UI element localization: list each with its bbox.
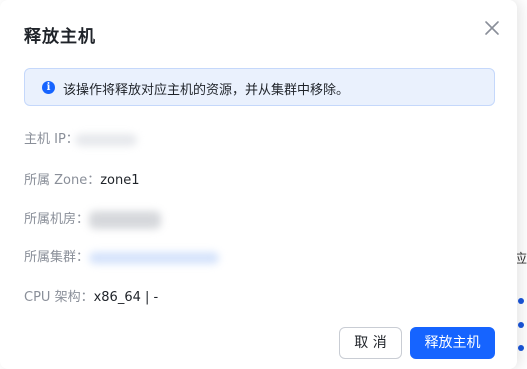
alert-message: 该操作将释放对应主机的资源，并从集群中移除。 — [63, 83, 350, 98]
field-label: 所属集群： — [24, 250, 90, 265]
redacted-value — [89, 210, 162, 229]
cancel-button[interactable]: 取 消 — [339, 327, 402, 359]
release-host-button[interactable]: 释放主机 — [410, 327, 495, 359]
close-button[interactable] — [482, 18, 502, 38]
background-bullet — [518, 298, 524, 304]
field-zone: 所属 Zone：zone1 — [24, 169, 140, 188]
close-icon — [485, 21, 499, 35]
info-circle-icon: i — [42, 81, 55, 94]
field-datacenter: 所属机房： — [24, 208, 162, 229]
release-host-dialog: 释放主机 i 该操作将释放对应主机的资源，并从集群中移除。 主机 IP： 所属 … — [0, 0, 517, 369]
background-bullet — [518, 322, 524, 328]
dialog-title: 释放主机 — [24, 27, 96, 47]
field-label: CPU 架构： — [24, 290, 94, 305]
field-host-ip: 主机 IP： — [24, 128, 137, 147]
field-label: 主机 IP： — [24, 132, 79, 147]
field-label: 所属机房： — [24, 212, 90, 227]
background-bullet — [518, 345, 524, 351]
info-alert: i 该操作将释放对应主机的资源，并从集群中移除。 — [24, 68, 495, 106]
field-cluster: 所属集群： — [24, 246, 220, 265]
field-label: 所属 Zone： — [24, 173, 101, 188]
redacted-value — [89, 251, 220, 264]
redacted-value — [74, 133, 137, 146]
field-value: zone1 — [100, 173, 140, 188]
field-value: x86_64 | - — [93, 290, 159, 305]
field-cpu-arch: CPU 架构：x86_64 | - — [24, 286, 158, 305]
